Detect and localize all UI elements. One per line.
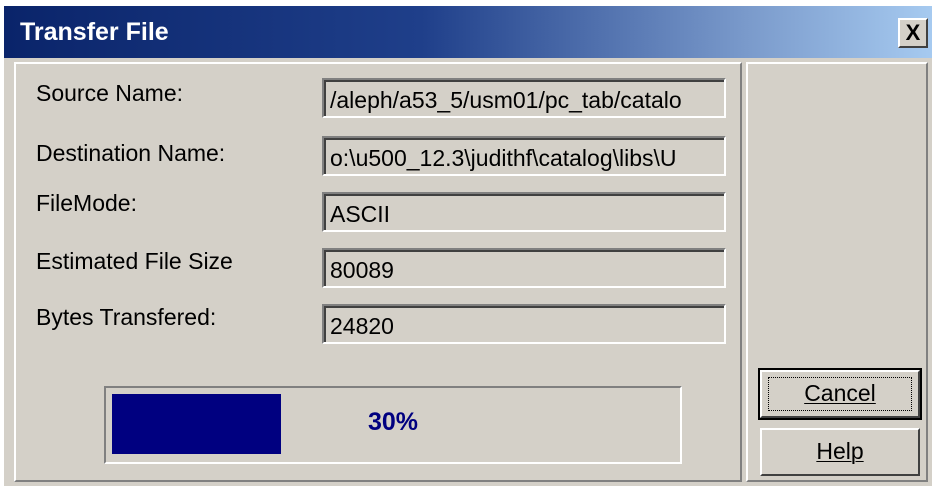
bytes-transfered-value: 24820 [324, 306, 724, 342]
progress-percent-label: 30% [367, 408, 419, 436]
transfer-progress-bar: 30% [104, 386, 682, 464]
estimated-file-size-label: Estimated File Size [36, 248, 233, 274]
help-button[interactable]: Help [760, 428, 920, 476]
source-name-label: Source Name: [36, 80, 184, 106]
title-bar[interactable]: Transfer File X [4, 6, 932, 58]
dialog-body: Source Name: /aleph/a53_5/usm01/pc_tab/c… [4, 58, 932, 486]
file-mode-label: FileMode: [36, 190, 137, 216]
source-name-field[interactable]: /aleph/a53_5/usm01/pc_tab/catalo [322, 78, 726, 118]
bytes-transfered-field[interactable]: 24820 [322, 304, 726, 344]
destination-name-value: o:\u500_12.3\judithf\catalog\libs\U [324, 138, 724, 174]
close-icon: X [905, 20, 921, 45]
estimated-file-size-field[interactable]: 80089 [322, 248, 726, 288]
file-mode-value: ASCII [324, 194, 724, 230]
close-button[interactable]: X [898, 18, 928, 48]
file-mode-field[interactable]: ASCII [322, 192, 726, 232]
destination-name-label: Destination Name: [36, 140, 226, 166]
transfer-info-panel: Source Name: /aleph/a53_5/usm01/pc_tab/c… [14, 62, 742, 482]
transfer-file-dialog: Transfer File X Source Name: /aleph/a53_… [0, 0, 936, 490]
bytes-transfered-label: Bytes Transfered: [36, 304, 217, 330]
help-button-label: Help [816, 438, 864, 464]
destination-name-field[interactable]: o:\u500_12.3\judithf\catalog\libs\U [322, 136, 726, 176]
button-panel: Cancel Help [746, 62, 928, 482]
cancel-button-label: Cancel [804, 380, 876, 406]
estimated-file-size-value: 80089 [324, 250, 724, 286]
cancel-button[interactable]: Cancel [758, 368, 922, 420]
source-name-value: /aleph/a53_5/usm01/pc_tab/catalo [324, 80, 724, 116]
window-title: Transfer File [20, 18, 169, 46]
